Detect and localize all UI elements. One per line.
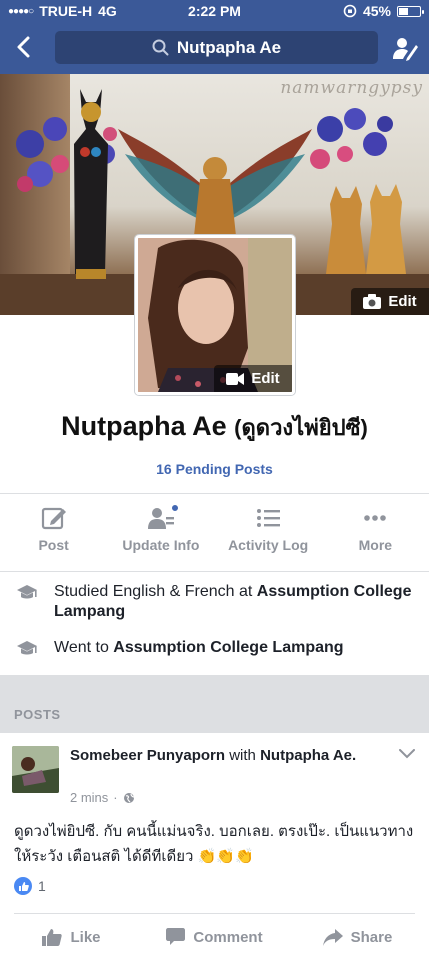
rotation-lock-icon [343,4,357,18]
intro-went-to[interactable]: Went to Assumption College Lampang [16,638,416,660]
pending-posts-link[interactable]: 16 Pending Posts [0,461,429,477]
more-dots-icon [364,515,387,521]
edit-cover-label: Edit [388,293,417,310]
chevron-down-icon[interactable] [399,749,415,759]
post-action-bar: Like Comment Share [0,914,429,960]
more-button[interactable]: More [322,505,429,567]
profile-name: Nutpapha Ae (ดูดวงไพ่ยิปซี) [0,410,429,445]
graduation-cap-icon [17,585,37,599]
notification-dot [169,503,180,513]
signal-strength-icon: ●●●●○ [8,5,34,17]
profile-name-alternate: (ดูดวงไพ่ยิปซี) [234,415,368,440]
back-arrow-icon[interactable] [12,35,36,59]
comment-icon [166,928,186,945]
activity-log-button[interactable]: Activity Log [215,505,322,567]
edit-profile-icon[interactable] [391,34,419,62]
post-button-label: Post [38,537,69,553]
intro-went-to-school[interactable]: Assumption College Lampang [113,639,343,656]
post-button[interactable]: Post [0,505,107,567]
post-body: ดูดวงไพ่ยิปซี. กับ คนนี้แม่นจริง. บอกเลย… [14,823,414,865]
reaction-count: 1 [38,878,46,894]
comment-button[interactable]: Comment [143,914,286,960]
comment-button-label: Comment [193,928,263,946]
intro-studied-text: Studied English & French at Assumption C… [54,582,416,622]
status-bar: ●●●●○ TRUE-H 4G 2:22 PM 45% [0,0,429,22]
post-meta: 2 mins · [70,790,135,805]
camera-icon [363,294,382,309]
posts-section-title: POSTS [14,707,61,722]
posts-section-header: POSTS [0,675,429,733]
battery-icon [397,5,424,17]
divider [0,493,429,494]
divider [0,571,429,572]
video-camera-icon [226,372,245,385]
battery-percent: 45% [362,3,391,19]
cover-watermark: namwarngypsy [280,78,423,98]
profile-name-primary: Nutpapha Ae [61,411,227,441]
network-label: 4G [98,3,117,19]
post-author-avatar[interactable] [12,746,59,793]
thumbs-up-icon [42,929,63,946]
search-icon [152,39,169,56]
battery-fill [399,7,408,15]
profile-actions: Post Update Info Activity Log More [0,503,429,567]
search-text: Nutpapha Ae [176,37,282,57]
search-bar[interactable]: Nutpapha Ae [55,31,378,64]
post-with-text: with [229,747,256,764]
top-bar: ●●●●○ TRUE-H 4G 2:22 PM 45% Nutpapha Ae [0,0,429,74]
edit-profile-photo-button[interactable]: Edit [214,365,292,392]
activity-log-label: Activity Log [228,537,309,553]
like-button[interactable]: Like [0,914,143,960]
update-info-button[interactable]: Update Info [107,503,214,567]
share-button[interactable]: Share [286,914,429,960]
edit-icon [41,507,66,530]
post-reactions[interactable]: 1 [14,877,46,895]
intro-studied[interactable]: Studied English & French at Assumption C… [16,582,416,622]
update-info-label: Update Info [122,537,200,553]
post-header-text: Somebeer Punyaporn with Nutpapha Ae. [70,746,390,766]
feed-post: Somebeer Punyaporn with Nutpapha Ae. 2 m… [0,733,429,960]
post-author-avatar-image [12,746,59,793]
post-author-name[interactable]: Somebeer Punyaporn [70,747,225,764]
intro-went-to-text: Went to Assumption College Lampang [54,638,344,660]
post-timestamp[interactable]: 2 mins [70,790,108,805]
globe-icon [123,792,134,803]
intro-went-to-prefix: Went to [54,639,114,656]
like-button-label: Like [70,928,101,946]
carrier-label: TRUE-H [39,3,93,19]
list-icon [257,509,281,527]
graduation-cap-icon [17,641,37,655]
profile-photo[interactable]: Edit [135,235,295,395]
more-label: More [358,537,393,553]
edit-cover-button[interactable]: Edit [351,288,429,315]
share-icon [322,928,343,946]
post-tagged-name[interactable]: Nutpapha Ae. [260,747,356,764]
like-reaction-icon [14,877,32,895]
intro-studied-prefix: Studied English & French at [54,583,257,600]
edit-profile-photo-label: Edit [251,370,280,387]
post-meta-separator: · [113,790,118,805]
share-button-label: Share [350,928,393,946]
